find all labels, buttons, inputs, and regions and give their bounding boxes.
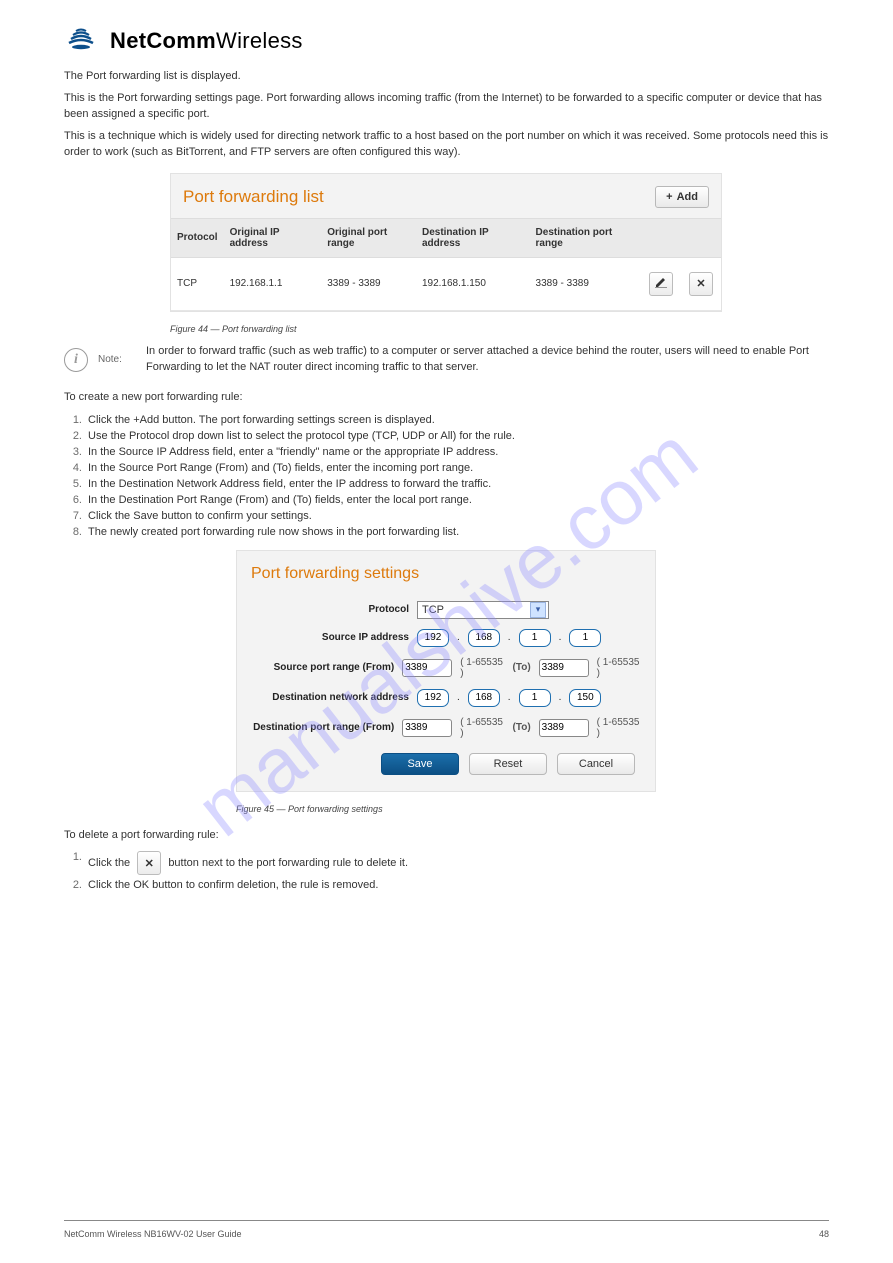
source-port-from[interactable] <box>402 659 452 677</box>
brand-logo-icon <box>64 24 98 57</box>
dest-ip-oct4[interactable] <box>569 689 601 707</box>
col-dest-port: Destination port range <box>530 218 641 257</box>
step-num: 8. <box>64 526 82 538</box>
step-text: In the Destination Port Range (From) and… <box>88 494 472 506</box>
dest-port-from[interactable] <box>402 719 452 737</box>
intro-paragraph-3: This is a technique which is widely used… <box>64 129 829 161</box>
label-to: (To) <box>513 662 531 673</box>
port-forwarding-table: Protocol Original IP address Original po… <box>171 218 721 311</box>
cell-orig-ip: 192.168.1.1 <box>224 257 322 310</box>
page-footer: NetComm Wireless NB16WV-02 User Guide 48 <box>64 1220 829 1239</box>
add-button[interactable]: + Add <box>655 186 709 208</box>
steps-list-1: 1. Click the +Add button. The port forwar… <box>64 414 829 538</box>
dest-ip-oct1[interactable] <box>417 689 449 707</box>
reset-button[interactable]: Reset <box>469 753 547 775</box>
label-to: (To) <box>513 722 531 733</box>
source-ip-oct3[interactable] <box>519 629 551 647</box>
col-original-port: Original port range <box>321 218 416 257</box>
intro-paragraph-1: The Port forwarding list is displayed. <box>64 69 829 85</box>
figure-caption-1: Figure 44 — Port forwarding list <box>170 324 829 334</box>
protocol-select[interactable]: TCP ▾ <box>417 601 549 619</box>
brand-name: NetCommWireless <box>110 28 303 54</box>
step-text: Click the ✕ button next to the port forw… <box>88 851 408 875</box>
hint-range: ( 1-65535 ) <box>460 657 504 679</box>
step-text: Click the Save button to confirm your se… <box>88 510 312 522</box>
chevron-down-icon: ▾ <box>530 602 546 618</box>
to-delete-heading: To delete a port forwarding rule: <box>64 828 829 844</box>
source-ip-oct2[interactable] <box>468 629 500 647</box>
plus-icon: + <box>666 191 672 203</box>
step-num: 2. <box>64 430 82 442</box>
hint-range: ( 1-65535 ) <box>597 657 641 679</box>
close-icon: ✕ <box>696 277 705 290</box>
cell-dest-ip: 192.168.1.150 <box>416 257 530 310</box>
label-protocol: Protocol <box>251 604 409 615</box>
delete-button[interactable]: ✕ <box>689 272 713 296</box>
steps-list-2: 1. Click the ✕ button next to the port f… <box>64 851 829 891</box>
col-original-ip: Original IP address <box>224 218 322 257</box>
label-source-port-from: Source port range (From) <box>251 662 394 673</box>
info-icon: i <box>64 348 88 372</box>
edit-button[interactable] <box>649 272 673 296</box>
to-create-heading: To create a new port forwarding rule: <box>64 390 829 406</box>
close-icon: ✕ <box>145 857 154 870</box>
figure-caption-2: Figure 45 — Port forwarding settings <box>236 804 829 814</box>
cell-protocol: TCP <box>171 257 224 310</box>
step-text: In the Source IP Address field, enter a … <box>88 446 498 458</box>
col-dest-ip: Destination IP address <box>416 218 530 257</box>
port-forwarding-list-panel: Port forwarding list + Add Protocol Orig… <box>170 173 722 312</box>
label-source-ip: Source IP address <box>251 632 409 643</box>
dest-ip-oct2[interactable] <box>468 689 500 707</box>
footer-right: 48 <box>819 1229 829 1239</box>
source-ip-oct1[interactable] <box>417 629 449 647</box>
step-num: 6. <box>64 494 82 506</box>
source-port-to[interactable] <box>539 659 589 677</box>
delete-icon-inline: ✕ <box>137 851 161 875</box>
step-num: 5. <box>64 478 82 490</box>
cancel-button[interactable]: Cancel <box>557 753 635 775</box>
cell-dest-port: 3389 - 3389 <box>530 257 641 310</box>
source-ip-oct4[interactable] <box>569 629 601 647</box>
table-row: TCP 192.168.1.1 3389 - 3389 192.168.1.15… <box>171 257 721 310</box>
note-text: In order to forward traffic (such as web… <box>146 344 829 376</box>
col-protocol: Protocol <box>171 218 224 257</box>
label-dest-port-from: Destination port range (From) <box>251 722 394 733</box>
add-button-label: Add <box>677 191 698 203</box>
dest-port-to[interactable] <box>539 719 589 737</box>
save-button[interactable]: Save <box>381 753 459 775</box>
intro-paragraph-2: This is the Port forwarding settings pag… <box>64 91 829 123</box>
port-forwarding-settings-panel: Port forwarding settings Protocol TCP ▾ … <box>236 550 656 792</box>
label-dest-net: Destination network address <box>251 692 409 703</box>
step-num: 4. <box>64 462 82 474</box>
step-text: In the Source Port Range (From) and (To)… <box>88 462 473 474</box>
step-num: 3. <box>64 446 82 458</box>
step-num: 7. <box>64 510 82 522</box>
hint-range: ( 1-65535 ) <box>597 717 641 739</box>
step-text: In the Destination Network Address field… <box>88 478 491 490</box>
hint-range: ( 1-65535 ) <box>460 717 504 739</box>
step-text: Click the +Add button. The port forwardi… <box>88 414 435 426</box>
step-num: 1. <box>64 414 82 426</box>
step-text: The newly created port forwarding rule n… <box>88 526 459 538</box>
step-num: 2. <box>64 879 82 891</box>
step-num: 1. <box>64 851 82 875</box>
panel-settings-title: Port forwarding settings <box>251 565 641 583</box>
step-text: Use the Protocol drop down list to selec… <box>88 430 515 442</box>
panel-list-title: Port forwarding list <box>183 187 324 207</box>
protocol-select-value: TCP <box>422 604 444 616</box>
cell-orig-port: 3389 - 3389 <box>321 257 416 310</box>
note-label: Note: <box>98 354 136 365</box>
pencil-icon <box>655 276 667 291</box>
dest-ip-oct3[interactable] <box>519 689 551 707</box>
step-text: Click the OK button to confirm deletion,… <box>88 879 378 891</box>
footer-left: NetComm Wireless NB16WV-02 User Guide <box>64 1229 242 1239</box>
brand-header: NetCommWireless <box>64 24 829 57</box>
